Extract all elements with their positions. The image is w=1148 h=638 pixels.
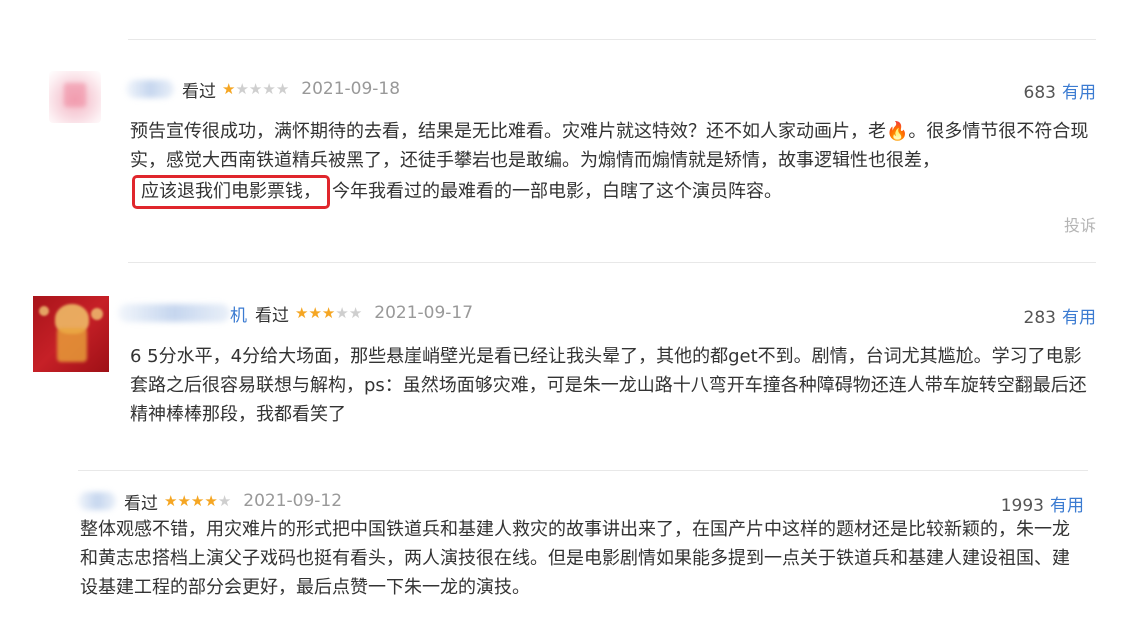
divider [78, 470, 1088, 471]
star-filled-icon: ★ [164, 492, 178, 510]
rating-stars: ★★★★★ [222, 80, 289, 98]
star-empty-icon: ★ [275, 80, 290, 98]
review-text: 预告宣传很成功，满怀期待的去看，结果是无比难看。灾难片就这特效？还不如人家动画片… [130, 117, 1090, 209]
watched-status: 看过 [255, 305, 289, 326]
username-blurred[interactable] [118, 304, 230, 322]
star-filled-icon: ★ [222, 80, 236, 98]
watched-status: 看过 [124, 493, 158, 514]
watched-status: 看过 [182, 81, 216, 102]
review-header: 看过 ★★★★★ 2021-09-12 [78, 489, 343, 514]
useful-button[interactable]: 有用 [1062, 308, 1096, 328]
top-divider [128, 39, 1096, 40]
username[interactable]: 机 [230, 301, 247, 326]
useful-count: 283 [1023, 308, 1056, 328]
highlighted-text: 应该退我们电影票钱， [132, 175, 330, 209]
avatar[interactable] [33, 296, 109, 372]
review-text: 整体观感不错，用灾难片的形式把中国铁道兵和基建人救灾的故事讲出来了，在国产片中这… [80, 519, 1070, 598]
report-link[interactable]: 投诉 [1064, 212, 1096, 236]
star-empty-icon: ★ [248, 80, 263, 98]
rating-stars: ★★★★★ [295, 304, 362, 322]
review-list: 看过 ★★★★★ 2021-09-18 683 有用 预告宣传很成功，满怀期待的去… [0, 0, 1148, 638]
star-empty-icon: ★ [262, 80, 276, 98]
fire-emoji: 🔥 [886, 121, 909, 142]
review-text: 6 5分水平，4分给大场面，那些悬崖峭壁光是看已经让我头晕了，其他的都get不到… [130, 346, 1087, 425]
star-empty-icon: ★ [335, 304, 349, 322]
star-filled-icon: ★ [204, 492, 218, 510]
review-date: 2021-09-17 [374, 303, 474, 323]
review-date: 2021-09-12 [243, 491, 343, 511]
useful-vote[interactable]: 683 有用 [1024, 78, 1096, 103]
star-empty-icon: ★ [348, 304, 363, 322]
avatar[interactable] [49, 71, 101, 123]
star-filled-icon: ★ [295, 304, 309, 322]
star-filled-icon: ★ [177, 492, 191, 510]
star-filled-icon: ★ [190, 492, 205, 510]
useful-count: 1993 [1000, 496, 1044, 516]
star-filled-icon: ★ [308, 304, 322, 322]
useful-vote[interactable]: 1993 有用 [1001, 491, 1084, 516]
review-header: 机 看过 ★★★★★ 2021-09-17 [118, 301, 474, 326]
star-empty-icon: ★ [217, 492, 232, 510]
rating-stars: ★★★★★ [164, 492, 231, 510]
useful-button[interactable]: 有用 [1050, 496, 1084, 516]
useful-count: 683 [1023, 83, 1056, 103]
useful-vote[interactable]: 283 有用 [1024, 303, 1096, 328]
review-date: 2021-09-18 [301, 79, 401, 99]
review-header: 看过 ★★★★★ 2021-09-18 [126, 77, 401, 102]
star-filled-icon: ★ [321, 304, 336, 322]
useful-button[interactable]: 有用 [1062, 83, 1096, 103]
username-blurred[interactable] [126, 80, 174, 98]
divider [128, 262, 1096, 263]
username-blurred[interactable] [78, 492, 116, 510]
star-empty-icon: ★ [235, 80, 249, 98]
